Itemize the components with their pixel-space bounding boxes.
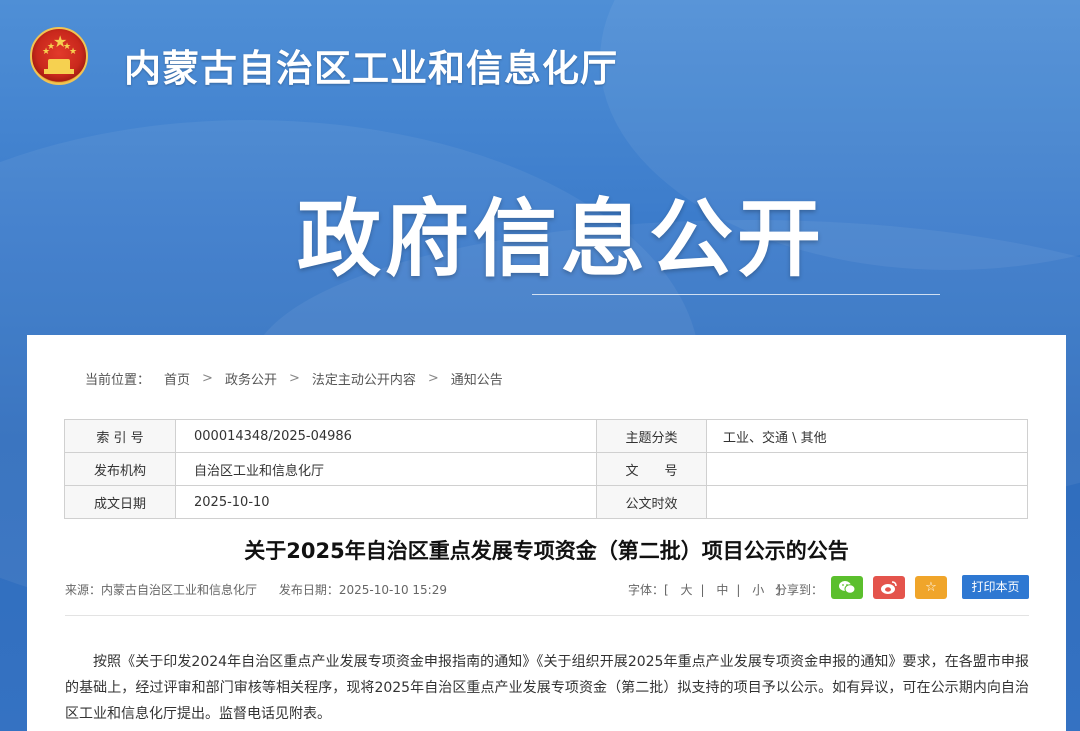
topic-label: 主题分类 [596,419,707,453]
article-meta: 来源：内蒙古自治区工业和信息化厅 发布日期：2025-10-10 15:29 [65,581,465,598]
chevron-right-icon: > [427,371,439,386]
divider [65,615,1029,616]
doc-no-label: 文 号 [596,452,707,486]
star-icon: ☆ [925,580,937,595]
wechat-share-button[interactable] [831,576,863,599]
article-publish-date: 发布日期：2025-10-10 15:29 [278,583,447,597]
chevron-right-icon: > [288,371,300,386]
print-button[interactable]: 打印本页 [962,575,1029,599]
font-large-button[interactable]: 大 [681,583,693,597]
hero-title: 政府信息公开 [297,189,826,288]
breadcrumb: 当前位置： 首页 > 政务公开 > 法定主动公开内容 > 通知公告 [85,369,503,388]
breadcrumb-notices[interactable]: 通知公告 [451,369,503,388]
validity-value [706,485,1028,519]
national-emblem-icon[interactable]: ★ ★ ★ ★ ★ [30,27,88,85]
article-source: 来源：内蒙古自治区工业和信息化厅 [65,583,258,597]
table-row: 索 引 号 000014348/2025-04986 主题分类 工业、交通 \ … [64,419,1028,453]
org-label: 发布机构 [64,452,176,486]
font-size-label: 字体：[ [628,583,669,597]
table-row: 发布机构 自治区工业和信息化厅 文 号 [64,452,1028,486]
breadcrumb-home[interactable]: 首页 [164,369,190,388]
font-medium-button[interactable]: 中 [716,583,728,597]
article-body: 按照《关于印发2024年自治区重点产业发展专项资金申报指南的通知》《关于组织开展… [65,654,1029,722]
chevron-right-icon: > [202,371,213,386]
article-info-bar: 来源：内蒙古自治区工业和信息化厅 发布日期：2025-10-10 15:29 字… [65,575,1029,601]
table-row: 成文日期 2025-10-10 公文时效 [64,485,1028,519]
content-panel: 当前位置： 首页 > 政务公开 > 法定主动公开内容 > 通知公告 索 引 号 … [27,335,1066,731]
topic-value: 工业、交通 \ 其他 [706,419,1028,453]
share-label: 分享到： [775,583,824,597]
org-value: 自治区工业和信息化厅 [175,452,597,486]
weibo-icon [881,581,897,594]
font-size-control: 字体：[ 大 | 中 | 小 ] [628,583,781,597]
site-title[interactable]: 内蒙古自治区工业和信息化厅 [124,38,618,92]
validity-label: 公文时效 [596,485,707,519]
font-small-button[interactable]: 小 [752,583,764,597]
hero-underline [532,294,940,295]
weibo-share-button[interactable] [873,576,905,599]
breadcrumb-label: 当前位置： [85,373,151,388]
index-value: 000014348/2025-04986 [175,419,597,453]
wechat-icon [839,581,856,594]
article-title: 关于2025年自治区重点发展专项资金（第二批）项目公示的公告 [244,539,849,563]
doc-no-value [706,452,1028,486]
date-value: 2025-10-10 [175,485,597,519]
breadcrumb-statutory-content[interactable]: 法定主动公开内容 [312,369,416,388]
index-label: 索 引 号 [64,419,176,453]
breadcrumb-gov-affairs[interactable]: 政务公开 [225,369,277,388]
date-label: 成文日期 [64,485,176,519]
favorite-button[interactable]: ☆ [915,576,947,599]
document-metadata-table: 索 引 号 000014348/2025-04986 主题分类 工业、交通 \ … [64,419,1028,519]
